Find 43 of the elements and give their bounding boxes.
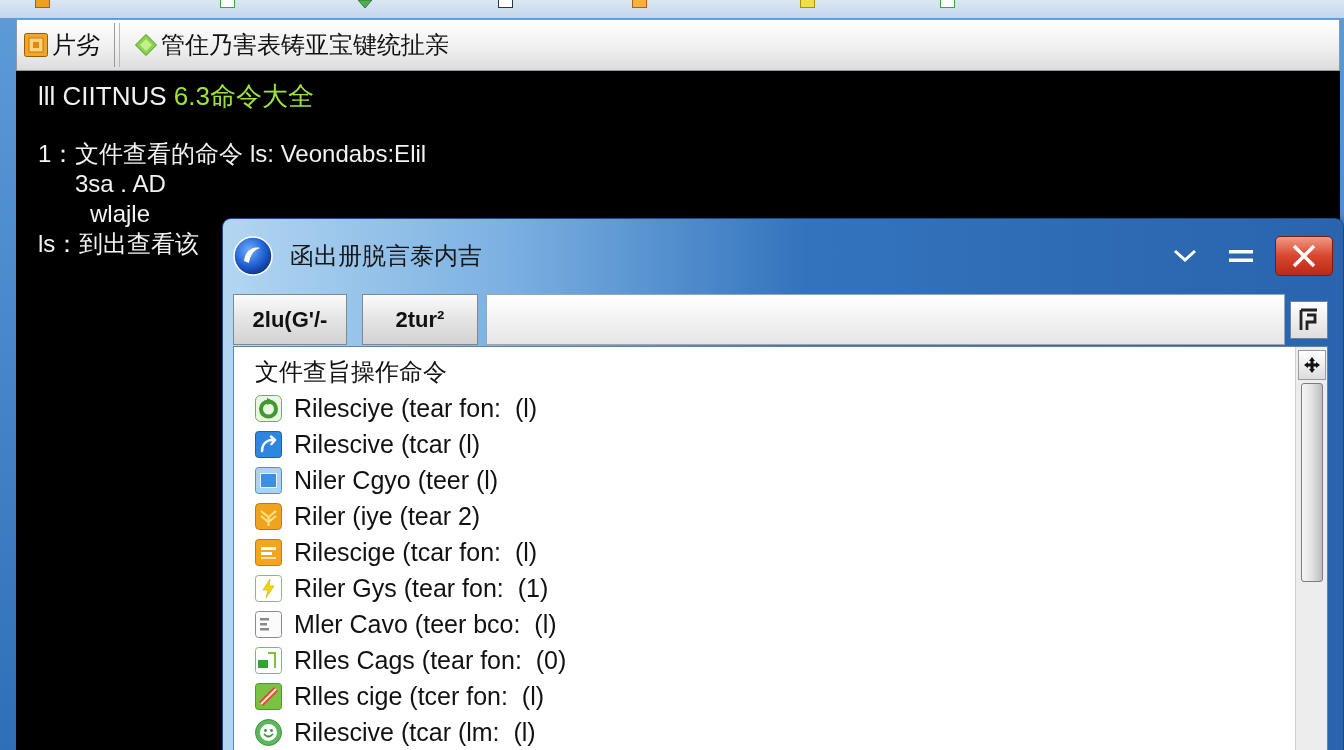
text-lines-icon bbox=[255, 538, 282, 566]
menu-icon bbox=[1229, 248, 1253, 263]
list-item[interactable]: Riler (iye (tear 2) bbox=[255, 498, 481, 534]
window-title: 函出册脱言泰内吉 bbox=[290, 240, 482, 271]
console-line: 1：文件查看的命令 ls: Veondabs:Elil bbox=[38, 139, 427, 169]
stripe-icon bbox=[255, 682, 282, 710]
list-item[interactable]: Niler Cgyo (teer (l) bbox=[255, 462, 499, 498]
move-icon bbox=[1303, 357, 1320, 373]
orb-icon bbox=[233, 235, 273, 276]
list-item[interactable]: Rilesciye (tear fon: (l) bbox=[255, 390, 538, 426]
diamond-icon bbox=[135, 34, 157, 56]
list-item[interactable]: Rlles cige (tcer fon: (l) bbox=[255, 678, 545, 714]
corner-square-icon bbox=[255, 646, 282, 674]
scroll-button[interactable] bbox=[1297, 350, 1326, 380]
console-line: ls：到出查看该 bbox=[38, 229, 200, 259]
list-item[interactable]: Rilescige (tcar fon: (l) bbox=[255, 534, 538, 570]
list-item[interactable]: Rilescive (tcar (lm: (l) bbox=[255, 714, 536, 750]
list-item[interactable]: Rilescive (tcar (l) bbox=[255, 426, 481, 462]
toolbar-button[interactable]: 管住乃害表铸亚宝键统扯亲 bbox=[132, 25, 453, 65]
chevron-down-icon bbox=[1173, 248, 1197, 263]
window-icon bbox=[255, 466, 282, 494]
scrollbar-thumb[interactable] bbox=[1300, 383, 1323, 582]
list-item[interactable]: Rlles Cags (tear fon: (0) bbox=[255, 642, 567, 678]
scrollbar[interactable] bbox=[1295, 347, 1327, 750]
smiley-icon bbox=[255, 718, 282, 746]
console-line: wlajle bbox=[90, 199, 151, 229]
list-heading: 文件查旨操作命令 bbox=[255, 357, 447, 387]
close-button[interactable] bbox=[1275, 235, 1333, 276]
document-icon bbox=[255, 610, 282, 638]
tab[interactable]: 2tur² bbox=[362, 294, 478, 345]
console-line: 3sa . AD bbox=[75, 169, 166, 199]
chevrons-icon bbox=[255, 502, 282, 530]
close-icon bbox=[1291, 243, 1317, 268]
bracket-icon bbox=[1298, 307, 1320, 332]
diamond-icon[interactable] bbox=[358, 0, 372, 8]
toolbar-button[interactable]: 片劣 bbox=[21, 25, 104, 65]
corner-button[interactable] bbox=[1290, 300, 1328, 339]
console-line: lll CIITNUS 6.3命令大全 bbox=[38, 81, 314, 111]
tab[interactable]: 2lu(G'/- bbox=[233, 294, 347, 345]
list-item[interactable]: Mler Cavo (teer bco: (l) bbox=[255, 606, 557, 642]
list-item[interactable]: Riler Gys (tear fon: (1) bbox=[255, 570, 549, 606]
bolt-icon bbox=[255, 574, 282, 602]
box-icon bbox=[24, 33, 48, 57]
